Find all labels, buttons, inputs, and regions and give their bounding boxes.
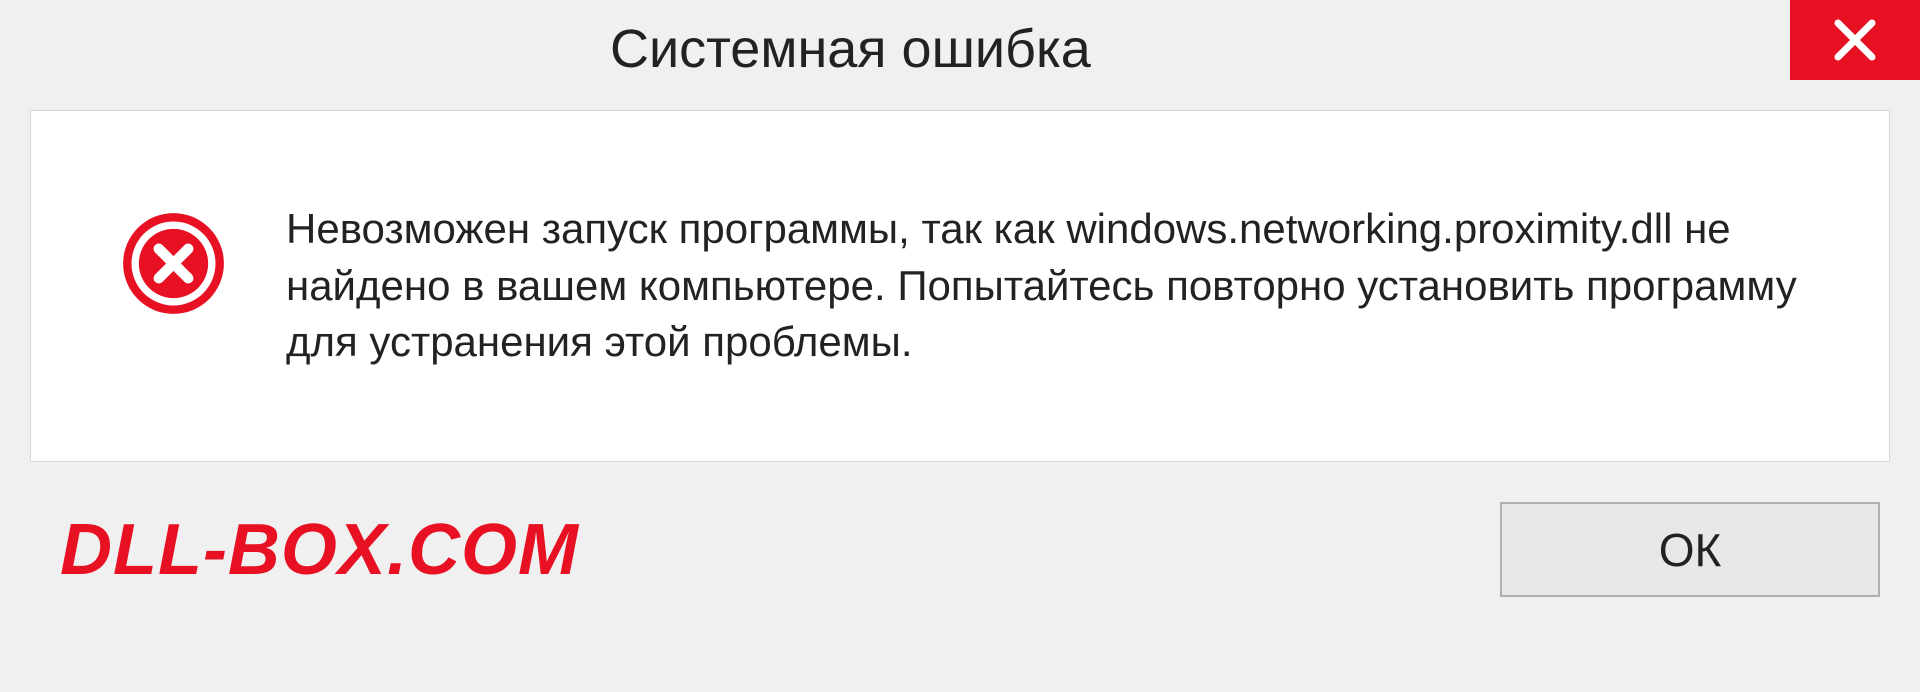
close-button[interactable] (1790, 0, 1920, 80)
ok-button-label: ОК (1659, 523, 1722, 577)
error-icon (121, 211, 226, 316)
error-dialog: Системная ошибка Невозможен запуск прогр… (0, 0, 1920, 692)
watermark-text: DLL-BOX.COM (60, 509, 579, 591)
ok-button[interactable]: ОК (1500, 502, 1880, 597)
footer: DLL-BOX.COM ОК (0, 462, 1920, 597)
close-icon (1830, 15, 1880, 65)
content-panel: Невозможен запуск программы, так как win… (30, 110, 1890, 462)
titlebar: Системная ошибка (0, 0, 1920, 100)
error-message: Невозможен запуск программы, так как win… (286, 201, 1829, 371)
dialog-title: Системная ошибка (0, 0, 1091, 80)
